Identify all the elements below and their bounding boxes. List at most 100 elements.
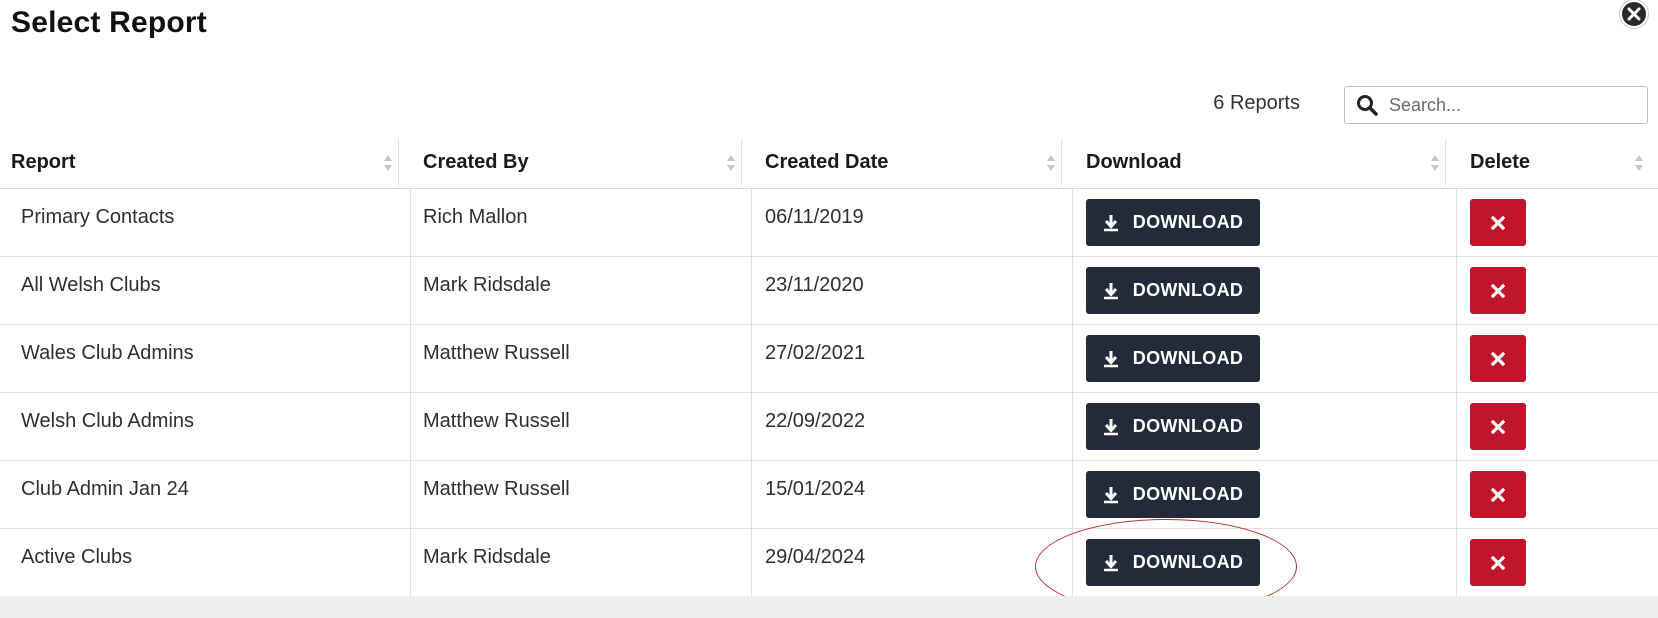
column-header-created-date[interactable]: Created Date — [742, 136, 1062, 189]
download-label: DOWNLOAD — [1132, 484, 1244, 504]
close-icon — [1491, 419, 1505, 434]
close-icon — [1491, 351, 1505, 366]
horizontal-scrollbar[interactable] — [0, 596, 1658, 618]
column-divider — [410, 257, 411, 325]
table-row: Club Admin Jan 24 Matthew Russell 15/01/… — [0, 461, 1658, 529]
column-divider — [751, 189, 752, 257]
close-icon — [1491, 555, 1505, 570]
sort-icon — [1431, 155, 1439, 171]
cell-created-date: 22/09/2022 — [765, 410, 866, 432]
table-row: All Welsh Clubs Mark Ridsdale 23/11/2020… — [0, 257, 1658, 325]
column-divider — [1456, 325, 1457, 393]
column-divider — [1456, 393, 1457, 461]
column-header-label: Created By — [423, 151, 529, 173]
table-header: Report Created By Created Date Download … — [0, 136, 1658, 189]
report-count: 6 Reports — [1213, 92, 1300, 114]
download-icon — [1103, 282, 1118, 299]
column-header-report[interactable]: Report — [0, 136, 399, 189]
column-divider — [1456, 461, 1457, 529]
close-button[interactable] — [1620, 0, 1648, 28]
download-button[interactable]: DOWNLOAD — [1086, 471, 1260, 518]
download-label: DOWNLOAD — [1132, 348, 1244, 368]
column-header-created-by[interactable]: Created By — [399, 136, 742, 189]
column-divider — [1072, 189, 1073, 257]
column-header-delete[interactable]: Delete — [1446, 136, 1650, 189]
cell-created-by: Matthew Russell — [423, 342, 570, 364]
download-icon — [1103, 350, 1118, 367]
table-row: Welsh Club Admins Matthew Russell 22/09/… — [0, 393, 1658, 461]
column-divider — [1072, 529, 1073, 597]
column-divider — [1456, 189, 1457, 257]
cell-created-date: 15/01/2024 — [765, 478, 866, 500]
column-header-label: Created Date — [765, 151, 889, 173]
sort-icon — [727, 155, 735, 171]
download-label: DOWNLOAD — [1132, 552, 1244, 572]
cell-created-by: Rich Mallon — [423, 206, 528, 228]
column-divider — [751, 529, 752, 597]
cell-created-by: Matthew Russell — [423, 410, 570, 432]
cell-report: Club Admin Jan 24 — [21, 478, 189, 500]
column-header-label: Download — [1086, 151, 1182, 173]
table-row: Active Clubs Mark Ridsdale 29/04/2024 DO… — [0, 529, 1658, 597]
column-divider — [1072, 461, 1073, 529]
cell-created-date: 23/11/2020 — [765, 274, 864, 296]
column-divider — [751, 325, 752, 393]
delete-button[interactable] — [1470, 471, 1526, 518]
cell-created-date: 29/04/2024 — [765, 546, 866, 568]
close-icon — [1491, 215, 1505, 230]
column-divider — [1456, 257, 1457, 325]
download-icon — [1103, 554, 1118, 571]
download-button[interactable]: DOWNLOAD — [1086, 267, 1260, 314]
column-header-label: Report — [11, 151, 76, 173]
column-divider — [410, 529, 411, 597]
table-row: Wales Club Admins Matthew Russell 27/02/… — [0, 325, 1658, 393]
close-icon — [1627, 7, 1641, 21]
column-divider — [751, 393, 752, 461]
cell-report: Welsh Club Admins — [21, 410, 195, 432]
download-label: DOWNLOAD — [1132, 416, 1244, 436]
download-icon — [1103, 418, 1118, 435]
column-header-download[interactable]: Download — [1062, 136, 1446, 189]
search-input[interactable] — [1389, 94, 1639, 116]
cell-report: Active Clubs — [21, 546, 133, 568]
cell-report: Wales Club Admins — [21, 342, 194, 364]
cell-report: Primary Contacts — [21, 206, 175, 228]
cell-created-date: 27/02/2021 — [765, 342, 866, 364]
column-header-label: Delete — [1470, 151, 1531, 173]
close-icon — [1491, 283, 1505, 298]
column-divider — [410, 393, 411, 461]
download-icon — [1103, 486, 1118, 503]
close-icon — [1491, 487, 1505, 502]
column-divider — [751, 461, 752, 529]
cell-created-by: Matthew Russell — [423, 478, 570, 500]
table-body: Primary Contacts Rich Mallon 06/11/2019 … — [0, 189, 1658, 597]
reports-table: Report Created By Created Date Download … — [0, 136, 1658, 597]
download-button[interactable]: DOWNLOAD — [1086, 199, 1260, 246]
sort-icon — [1635, 155, 1643, 171]
modal-title: Select Report — [11, 6, 207, 39]
delete-button[interactable] — [1470, 403, 1526, 450]
column-divider — [410, 189, 411, 257]
column-divider — [410, 461, 411, 529]
search-box[interactable] — [1344, 86, 1648, 124]
column-divider — [1072, 393, 1073, 461]
download-icon — [1103, 214, 1118, 231]
table-row: Primary Contacts Rich Mallon 06/11/2019 … — [0, 189, 1658, 257]
cell-created-date: 06/11/2019 — [765, 206, 864, 228]
cell-created-by: Mark Ridsdale — [423, 546, 551, 568]
delete-button[interactable] — [1470, 199, 1526, 246]
cell-created-by: Mark Ridsdale — [423, 274, 551, 296]
column-divider — [1072, 257, 1073, 325]
sort-icon — [1047, 155, 1055, 171]
download-button[interactable]: DOWNLOAD — [1086, 403, 1260, 450]
download-label: DOWNLOAD — [1132, 212, 1244, 232]
delete-button[interactable] — [1470, 539, 1526, 586]
column-divider — [410, 325, 411, 393]
download-label: DOWNLOAD — [1132, 280, 1244, 300]
download-button[interactable]: DOWNLOAD — [1086, 335, 1260, 382]
sort-icon — [384, 155, 392, 171]
delete-button[interactable] — [1470, 335, 1526, 382]
download-button[interactable]: DOWNLOAD — [1086, 539, 1260, 586]
cell-report: All Welsh Clubs — [21, 274, 161, 296]
delete-button[interactable] — [1470, 267, 1526, 314]
